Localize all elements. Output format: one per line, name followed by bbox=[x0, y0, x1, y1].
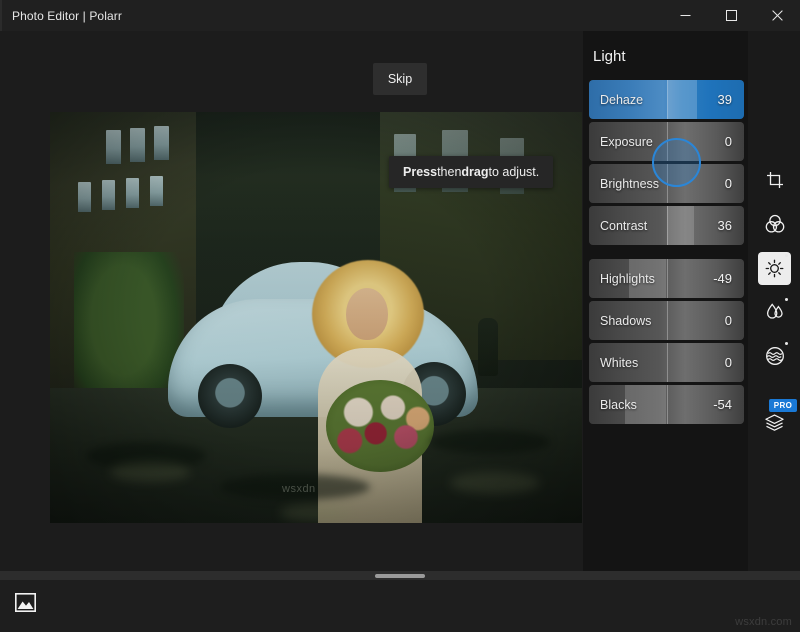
filmstrip-scrollbar-thumb[interactable] bbox=[375, 574, 425, 578]
slider-center-marker bbox=[667, 259, 668, 298]
slider-group-separator bbox=[589, 248, 744, 259]
slider-contrast[interactable]: Contrast36 bbox=[589, 206, 744, 245]
close-button[interactable] bbox=[754, 0, 800, 31]
slider-center-marker bbox=[667, 80, 668, 119]
slider-center-marker bbox=[667, 164, 668, 203]
drops-icon bbox=[765, 302, 785, 322]
tooltip-drag-word: drag bbox=[461, 165, 488, 179]
bottom-bar: wsxdn.com bbox=[0, 571, 800, 632]
photo-car-wheel-left bbox=[198, 364, 262, 428]
title-bar-accent bbox=[0, 0, 2, 31]
slider-center-marker bbox=[667, 385, 668, 424]
slider-fill bbox=[667, 80, 697, 119]
color-tool[interactable] bbox=[759, 208, 790, 239]
light-tool-dot-icon bbox=[785, 254, 788, 257]
photo-editor-window: Photo Editor | Polarr Skip bbox=[0, 0, 800, 632]
light-adjustments-panel: Light Dehaze39Exposure0Brightness0Contra… bbox=[583, 31, 748, 571]
window-controls bbox=[662, 0, 800, 31]
layers-icon bbox=[764, 412, 785, 433]
filmstrip-scrollbar[interactable] bbox=[0, 571, 800, 580]
slider-fill bbox=[667, 206, 695, 245]
texture-tool-dot-icon bbox=[785, 342, 788, 345]
coach-tooltip: Press then drag to adjust. bbox=[389, 156, 553, 188]
crop-tool[interactable] bbox=[759, 164, 790, 195]
tooltip-press-word: Press bbox=[403, 165, 437, 179]
minimize-button[interactable] bbox=[662, 0, 708, 31]
window-title: Photo Editor | Polarr bbox=[12, 9, 122, 23]
slider-exposure[interactable]: Exposure0 bbox=[589, 122, 744, 161]
slider-dehaze[interactable]: Dehaze39 bbox=[589, 80, 744, 119]
photo-pedestrian bbox=[478, 318, 498, 376]
detail-tool-dot-icon bbox=[785, 298, 788, 301]
photo-watermark: wsxdn bbox=[282, 483, 316, 495]
slider-fill bbox=[629, 259, 667, 298]
site-watermark: wsxdn.com bbox=[735, 616, 792, 628]
maximize-button[interactable] bbox=[708, 0, 754, 31]
slider-list: Dehaze39Exposure0Brightness0Contrast36 Hi… bbox=[589, 80, 744, 427]
slider-blacks[interactable]: Blacks-54 bbox=[589, 385, 744, 424]
tool-rail: PRO bbox=[748, 31, 800, 571]
title-bar: Photo Editor | Polarr bbox=[0, 0, 800, 31]
panel-title: Light bbox=[593, 48, 626, 65]
slider-whites[interactable]: Whites0 bbox=[589, 343, 744, 382]
slider-center-marker bbox=[667, 301, 668, 340]
tooltip-tail-word: to adjust. bbox=[489, 165, 540, 179]
waves-icon bbox=[765, 346, 785, 366]
tooltip-then-word: then bbox=[437, 165, 461, 179]
crop-icon bbox=[766, 171, 784, 189]
library-button[interactable] bbox=[14, 591, 36, 613]
slider-shadows[interactable]: Shadows0 bbox=[589, 301, 744, 340]
photo-bouquet bbox=[326, 380, 434, 472]
slider-brightness[interactable]: Brightness0 bbox=[589, 164, 744, 203]
editor-workspace: Skip bbox=[0, 31, 800, 571]
photo-icon bbox=[15, 593, 36, 612]
slider-center-marker bbox=[667, 343, 668, 382]
slider-highlights[interactable]: Highlights-49 bbox=[589, 259, 744, 298]
slider-fill bbox=[625, 385, 667, 424]
slider-center-marker bbox=[667, 206, 668, 245]
circles-icon bbox=[765, 214, 785, 234]
skip-button[interactable]: Skip bbox=[373, 63, 427, 95]
sun-icon bbox=[765, 259, 784, 278]
slider-center-marker bbox=[667, 122, 668, 161]
pro-badge: PRO bbox=[769, 399, 797, 412]
photo-subject-face bbox=[346, 288, 388, 340]
